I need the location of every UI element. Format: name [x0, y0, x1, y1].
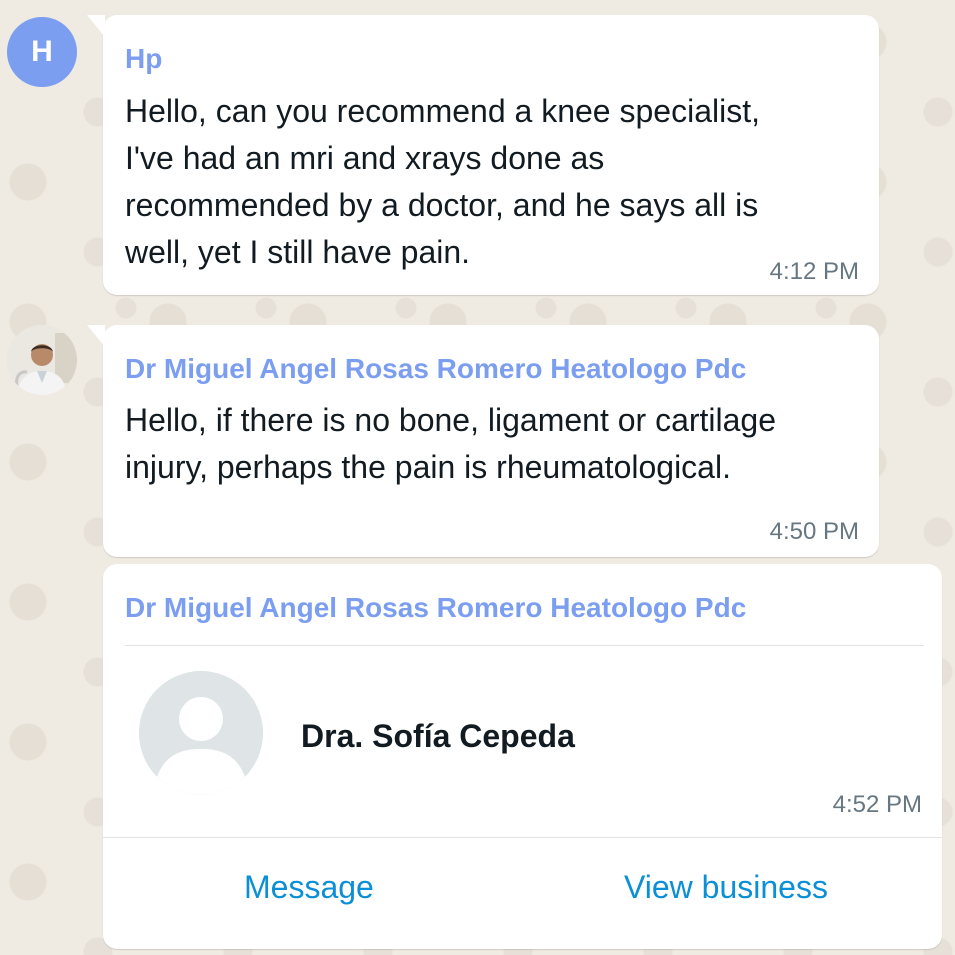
contact-name[interactable]: Dra. Sofía Cepeda: [301, 718, 575, 755]
default-avatar-icon: [139, 671, 263, 795]
message-time: 4:52 PM: [832, 791, 922, 818]
message-bubble[interactable]: Hp Hello, can you recommend a knee speci…: [87, 15, 879, 295]
sender-name[interactable]: Dr Miguel Angel Rosas Romero Heatologo P…: [125, 592, 746, 624]
avatar-doctor-photo[interactable]: [7, 325, 77, 395]
contact-card-bubble[interactable]: Dr Miguel Angel Rosas Romero Heatologo P…: [103, 564, 942, 949]
sender-name[interactable]: Dr Miguel Angel Rosas Romero Heatologo P…: [125, 353, 746, 385]
message-text: Hello, if there is no bone, ligament or …: [125, 402, 777, 485]
view-business-button[interactable]: View business: [624, 869, 828, 906]
default-avatar-icon[interactable]: [139, 671, 263, 795]
message-time: 4:12 PM: [769, 258, 859, 285]
avatar-letter: H: [31, 35, 53, 68]
message-button[interactable]: Message: [244, 869, 374, 906]
message-bubble[interactable]: Dr Miguel Angel Rosas Romero Heatologo P…: [87, 325, 879, 557]
message-time: 4:50 PM: [769, 518, 859, 545]
avatar-hp[interactable]: H: [7, 17, 77, 87]
sender-name[interactable]: Hp: [125, 43, 162, 75]
divider: [125, 645, 924, 646]
profile-photo: [7, 325, 77, 395]
divider: [103, 837, 942, 838]
message-text: Hello, can you recommend a knee speciali…: [125, 93, 760, 270]
